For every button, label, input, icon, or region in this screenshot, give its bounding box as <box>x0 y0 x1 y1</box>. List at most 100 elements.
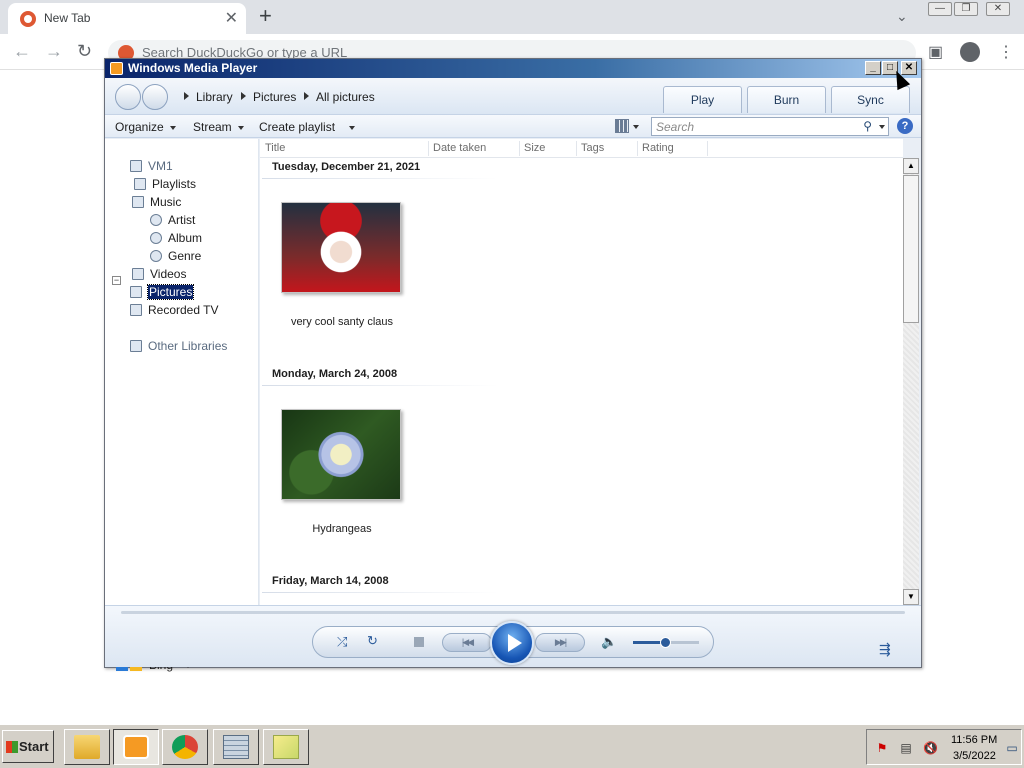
taskbar-media-player[interactable] <box>113 729 159 765</box>
nav-genre[interactable]: Genre <box>150 249 201 263</box>
picture-caption[interactable]: very cool santy claus <box>260 316 424 328</box>
nav-label: Music <box>150 195 182 209</box>
taskbar-calculator[interactable] <box>213 729 259 765</box>
nav-label: Videos <box>150 267 187 281</box>
nav-label: Artist <box>168 213 196 227</box>
switch-to-now-playing-icon[interactable]: ⇶ <box>879 641 891 658</box>
volume-knob[interactable] <box>660 637 671 648</box>
nav-label: Genre <box>168 249 202 263</box>
group-divider <box>262 178 498 179</box>
column-title[interactable]: Title <box>265 142 285 156</box>
column-size[interactable]: Size <box>524 142 545 156</box>
clock-date[interactable]: 3/5/2022 <box>953 750 996 762</box>
mute-speaker-icon[interactable]: 🔈 <box>601 634 617 650</box>
browser-close-button[interactable]: ✕ <box>986 2 1010 16</box>
minimize-button[interactable]: _ <box>865 61 881 75</box>
nav-music[interactable]: Music <box>132 195 181 209</box>
playlist-icon <box>134 178 146 190</box>
nav-pictures[interactable]: Pictures <box>130 284 195 300</box>
stream-menu[interactable]: Stream <box>193 120 244 134</box>
help-icon[interactable]: ? <box>897 118 913 134</box>
create-playlist-label: Create playlist <box>259 120 336 134</box>
breadcrumb-chevron-icon <box>241 92 246 100</box>
browser-minimize-button[interactable]: — <box>928 2 952 16</box>
picture-icon <box>130 286 142 298</box>
forward-arrow-icon[interactable]: → <box>45 41 63 61</box>
repeat-icon[interactable]: ↻ <box>367 633 378 649</box>
collapse-music-toggle[interactable]: − <box>112 276 121 285</box>
action-center-flag-icon[interactable]: ⚑ <box>875 741 889 755</box>
nav-other-libraries[interactable]: Other Libraries <box>130 339 227 353</box>
nav-recorded-tv[interactable]: Recorded TV <box>130 303 218 317</box>
volume-muted-icon[interactable]: 🔇 <box>923 741 938 755</box>
video-icon <box>132 268 144 280</box>
next-button[interactable]: ▶▶| <box>535 633 585 652</box>
taskbar-chrome[interactable] <box>162 729 208 765</box>
stop-button[interactable] <box>414 637 424 647</box>
taskbar-file-explorer[interactable] <box>64 729 110 765</box>
picture-thumbnail-santa[interactable] <box>281 202 401 293</box>
view-options-dropdown-icon[interactable] <box>633 125 639 129</box>
back-arrow-icon[interactable]: ← <box>13 41 31 61</box>
close-tab-icon[interactable]: ✕ <box>225 8 238 28</box>
column-divider[interactable] <box>428 141 429 156</box>
media-player-titlebar[interactable]: Windows Media Player _ □ ✕ <box>105 59 921 78</box>
tv-icon <box>130 304 142 316</box>
browser-menu-icon[interactable]: ⋮ <box>998 42 1014 62</box>
create-playlist-menu[interactable]: Create playlist <box>259 120 356 134</box>
column-divider[interactable] <box>637 141 638 156</box>
scroll-down-arrow-icon[interactable]: ▼ <box>903 589 919 605</box>
taskbar-sticky-notes[interactable] <box>263 729 309 765</box>
dropdown-arrow-icon <box>349 125 356 130</box>
view-options-icon[interactable] <box>615 119 629 133</box>
nav-library-vm1[interactable]: VM1 <box>130 159 173 173</box>
tab-sync[interactable]: Sync <box>831 86 910 113</box>
start-button[interactable]: Start <box>2 730 54 763</box>
show-desktop-icon[interactable]: ▭ <box>1005 741 1019 755</box>
picture-thumbnail-hydrangeas[interactable] <box>281 409 401 500</box>
search-input[interactable]: Search ⚲ <box>651 117 889 136</box>
breadcrumb-pictures[interactable]: Pictures <box>253 90 296 104</box>
breadcrumb-library[interactable]: Library <box>196 90 233 104</box>
nav-album[interactable]: Album <box>150 231 202 245</box>
tab-search-chevron-icon[interactable]: ⌄ <box>896 8 908 25</box>
column-divider[interactable] <box>707 141 708 156</box>
shuffle-icon[interactable]: ⤮ <box>337 634 347 650</box>
search-icon[interactable]: ⚲ <box>863 119 872 133</box>
column-tags[interactable]: Tags <box>581 142 604 156</box>
breadcrumb-all-pictures[interactable]: All pictures <box>316 90 375 104</box>
tab-burn[interactable]: Burn <box>747 86 826 113</box>
scrollbar-thumb[interactable] <box>903 175 919 323</box>
volume-slider[interactable] <box>633 637 699 648</box>
seek-bar[interactable] <box>121 611 905 614</box>
column-divider[interactable] <box>576 141 577 156</box>
side-panel-icon[interactable]: ▣ <box>928 42 943 62</box>
column-divider[interactable] <box>519 141 520 156</box>
forward-button[interactable] <box>142 84 168 110</box>
column-rating[interactable]: Rating <box>642 142 674 156</box>
nav-label: Recorded TV <box>148 303 219 317</box>
search-dropdown-icon[interactable] <box>879 125 885 129</box>
reload-icon[interactable]: ↻ <box>77 41 92 61</box>
browser-restore-button[interactable]: ❐ <box>954 2 978 16</box>
clock-time[interactable]: 11:56 PM <box>951 734 997 746</box>
nav-videos[interactable]: Videos <box>132 267 186 281</box>
sticky-notes-icon <box>273 735 299 759</box>
browser-tab[interactable]: New Tab ✕ <box>8 3 246 34</box>
column-date-taken[interactable]: Date taken <box>433 142 486 156</box>
nav-artist[interactable]: Artist <box>150 213 195 227</box>
back-button[interactable] <box>115 84 141 110</box>
new-tab-button[interactable]: + <box>259 3 272 29</box>
network-icon[interactable]: ▤ <box>899 741 913 755</box>
content-scrollbar[interactable]: ▲ ▼ <box>903 158 919 605</box>
nav-playlists[interactable]: Playlists <box>134 177 196 191</box>
play-button[interactable] <box>490 621 534 665</box>
scroll-up-arrow-icon[interactable]: ▲ <box>903 158 919 174</box>
picture-caption[interactable]: Hydrangeas <box>260 523 424 535</box>
previous-button[interactable]: |◀◀ <box>442 633 492 652</box>
organize-menu[interactable]: Organize <box>115 120 176 134</box>
breadcrumb-chevron-icon <box>304 92 309 100</box>
tab-play[interactable]: Play <box>663 86 742 113</box>
profile-avatar-icon[interactable] <box>960 42 980 62</box>
nav-label: Album <box>168 231 203 245</box>
